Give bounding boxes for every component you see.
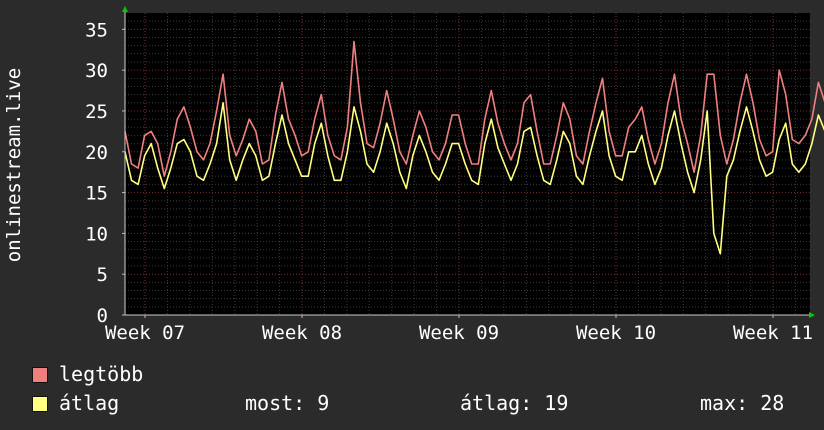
y-tick-label: 30 [85,60,108,82]
x-tick-label: Week 11 [733,322,813,344]
legend-swatch-max [32,367,48,383]
plot-background [125,13,810,315]
y-axis-arrow-icon [122,6,128,12]
y-tick-label: 25 [85,101,108,123]
y-tick-label: 35 [85,19,108,41]
y-tick-label: 5 [97,264,108,286]
x-axis-arrow-icon [809,312,815,318]
x-tick-label: Week 07 [105,322,185,344]
legend-swatch-avg [32,396,48,412]
y-axis-label: onlinestream.live [3,68,25,262]
legend-label-avg: átlag [59,391,120,415]
legend-label-max: legtöbb [59,362,144,386]
line-chart: 05101520253035Week 07 Week 08 Week 09 Week … [3,6,824,344]
x-tick-label: Week 08 [262,322,342,344]
y-tick-label: 20 [85,142,108,164]
stat-current: most: 9 [245,391,330,415]
x-tick-label: Week 09 [419,322,499,344]
x-tick-label: Week 10 [576,322,656,344]
y-tick-label: 10 [85,223,108,245]
y-tick-label: 15 [85,183,108,205]
stat-average: átlag: 19 [460,391,569,415]
stat-maximum: max: 28 [700,391,785,415]
